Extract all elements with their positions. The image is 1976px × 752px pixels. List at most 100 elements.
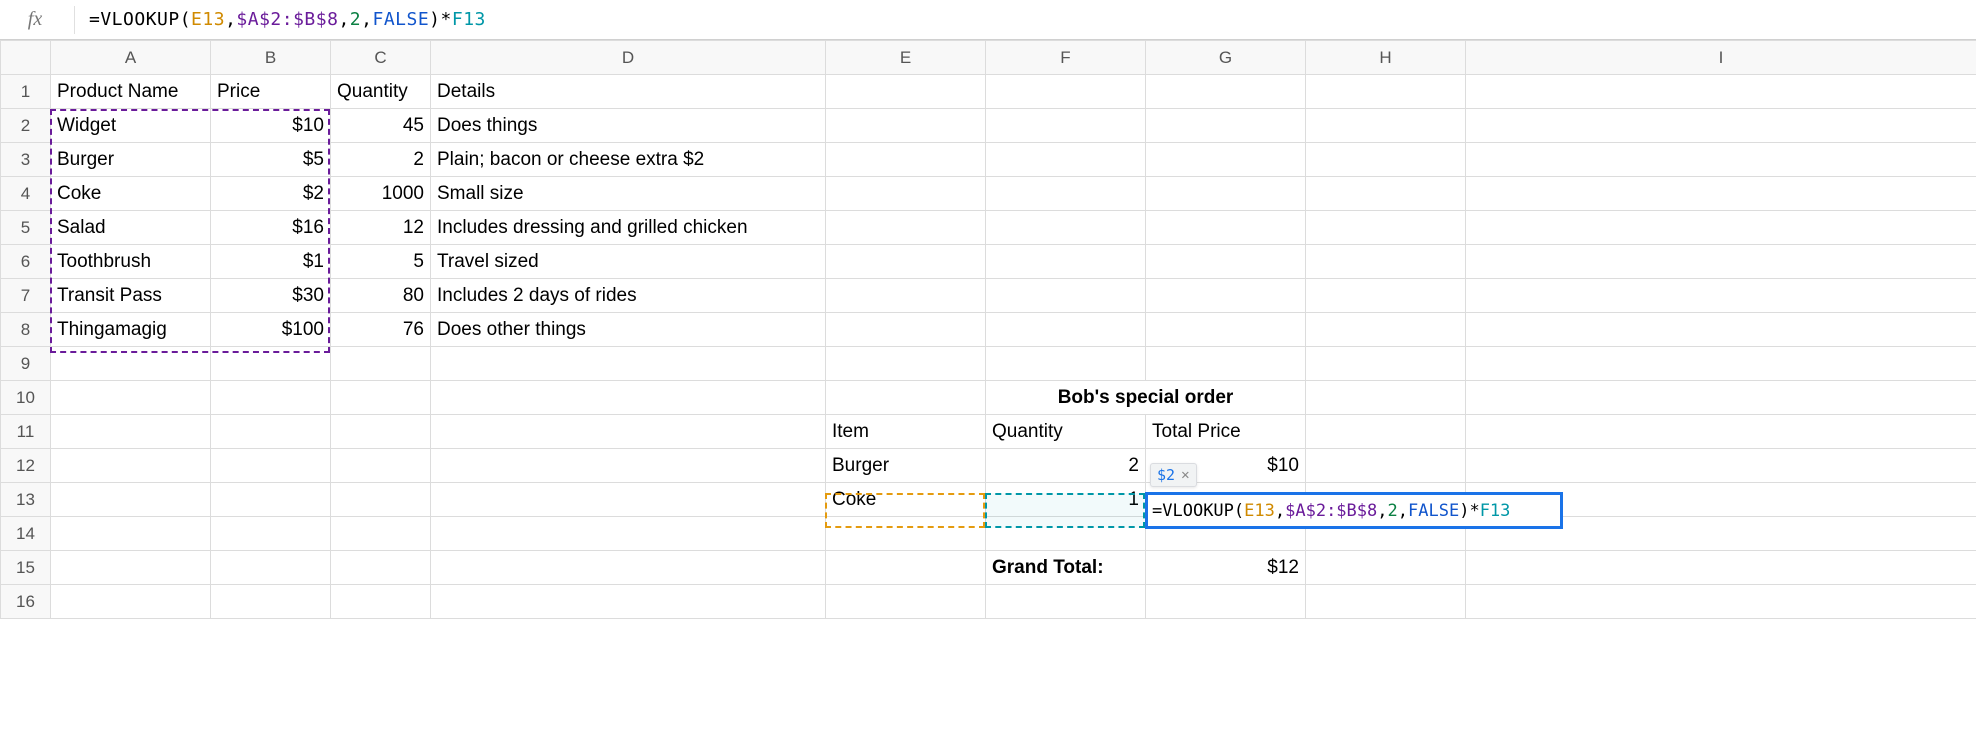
- cell-h5[interactable]: [1306, 211, 1466, 245]
- cell-g1[interactable]: [1146, 75, 1306, 109]
- row-header-5[interactable]: 5: [1, 211, 51, 245]
- col-header-e[interactable]: E: [826, 41, 986, 75]
- cell-i12[interactable]: [1466, 449, 1976, 483]
- col-header-f[interactable]: F: [986, 41, 1146, 75]
- cell-g16[interactable]: [1146, 585, 1306, 619]
- cell-h6[interactable]: [1306, 245, 1466, 279]
- cell-h4[interactable]: [1306, 177, 1466, 211]
- cell-f3[interactable]: [986, 143, 1146, 177]
- cell-g6[interactable]: [1146, 245, 1306, 279]
- cell-i8[interactable]: [1466, 313, 1976, 347]
- cell-f12[interactable]: 2: [986, 449, 1146, 483]
- cell-h2[interactable]: [1306, 109, 1466, 143]
- cell-d13[interactable]: [431, 483, 826, 517]
- cell-b2[interactable]: $10: [211, 109, 331, 143]
- cell-f11[interactable]: Quantity: [986, 415, 1146, 449]
- cell-i15[interactable]: [1466, 551, 1976, 585]
- cell-g7[interactable]: [1146, 279, 1306, 313]
- cell-i10[interactable]: [1466, 381, 1976, 415]
- formula-preview-tooltip[interactable]: $2 ✕: [1150, 463, 1197, 487]
- row-header-9[interactable]: 9: [1, 347, 51, 381]
- select-all-corner[interactable]: [1, 41, 51, 75]
- cell-d9[interactable]: [431, 347, 826, 381]
- cell-a16[interactable]: [51, 585, 211, 619]
- cell-g11[interactable]: Total Price: [1146, 415, 1306, 449]
- cell-d14[interactable]: [431, 517, 826, 551]
- cell-a6[interactable]: Toothbrush: [51, 245, 211, 279]
- cell-c2[interactable]: 45: [331, 109, 431, 143]
- row-header-16[interactable]: 16: [1, 585, 51, 619]
- cell-f7[interactable]: [986, 279, 1146, 313]
- cell-b14[interactable]: [211, 517, 331, 551]
- cell-e4[interactable]: [826, 177, 986, 211]
- cell-g15[interactable]: $12: [1146, 551, 1306, 585]
- cell-h10[interactable]: [1306, 381, 1466, 415]
- cell-d7[interactable]: Includes 2 days of rides: [431, 279, 826, 313]
- cell-a10[interactable]: [51, 381, 211, 415]
- row-header-6[interactable]: 6: [1, 245, 51, 279]
- cell-d5[interactable]: Includes dressing and grilled chicken: [431, 211, 826, 245]
- cell-b5[interactable]: $16: [211, 211, 331, 245]
- cell-i11[interactable]: [1466, 415, 1976, 449]
- cell-d16[interactable]: [431, 585, 826, 619]
- row-header-8[interactable]: 8: [1, 313, 51, 347]
- col-header-i[interactable]: I: [1466, 41, 1976, 75]
- cell-h7[interactable]: [1306, 279, 1466, 313]
- cell-g5[interactable]: [1146, 211, 1306, 245]
- cell-c5[interactable]: 12: [331, 211, 431, 245]
- row-header-2[interactable]: 2: [1, 109, 51, 143]
- cell-i1[interactable]: [1466, 75, 1976, 109]
- row-header-15[interactable]: 15: [1, 551, 51, 585]
- cell-d4[interactable]: Small size: [431, 177, 826, 211]
- cell-h9[interactable]: [1306, 347, 1466, 381]
- cell-i4[interactable]: [1466, 177, 1976, 211]
- cell-a13[interactable]: [51, 483, 211, 517]
- cell-f14[interactable]: [986, 517, 1146, 551]
- cell-a2[interactable]: Widget: [51, 109, 211, 143]
- cell-b15[interactable]: [211, 551, 331, 585]
- cell-b10[interactable]: [211, 381, 331, 415]
- cell-h8[interactable]: [1306, 313, 1466, 347]
- cell-a1[interactable]: Product Name: [51, 75, 211, 109]
- cell-d12[interactable]: [431, 449, 826, 483]
- cell-h16[interactable]: [1306, 585, 1466, 619]
- active-cell-editor[interactable]: =VLOOKUP(E13,$A$2:$B$8,2,FALSE)*F13: [1145, 492, 1563, 529]
- cell-c12[interactable]: [331, 449, 431, 483]
- cell-c1[interactable]: Quantity: [331, 75, 431, 109]
- cell-c4[interactable]: 1000: [331, 177, 431, 211]
- cell-d3[interactable]: Plain; bacon or cheese extra $2: [431, 143, 826, 177]
- cell-c6[interactable]: 5: [331, 245, 431, 279]
- col-header-h[interactable]: H: [1306, 41, 1466, 75]
- col-header-b[interactable]: B: [211, 41, 331, 75]
- cell-g8[interactable]: [1146, 313, 1306, 347]
- cell-i6[interactable]: [1466, 245, 1976, 279]
- cell-c10[interactable]: [331, 381, 431, 415]
- cell-e9[interactable]: [826, 347, 986, 381]
- cell-e3[interactable]: [826, 143, 986, 177]
- cell-d15[interactable]: [431, 551, 826, 585]
- row-header-7[interactable]: 7: [1, 279, 51, 313]
- row-header-13[interactable]: 13: [1, 483, 51, 517]
- row-header-11[interactable]: 11: [1, 415, 51, 449]
- cell-e7[interactable]: [826, 279, 986, 313]
- row-header-14[interactable]: 14: [1, 517, 51, 551]
- cell-e5[interactable]: [826, 211, 986, 245]
- cell-c15[interactable]: [331, 551, 431, 585]
- cell-f8[interactable]: [986, 313, 1146, 347]
- cell-e16[interactable]: [826, 585, 986, 619]
- cell-f13[interactable]: 1: [986, 483, 1146, 517]
- cell-f16[interactable]: [986, 585, 1146, 619]
- cell-c13[interactable]: [331, 483, 431, 517]
- cell-e8[interactable]: [826, 313, 986, 347]
- cell-i2[interactable]: [1466, 109, 1976, 143]
- cell-e6[interactable]: [826, 245, 986, 279]
- cell-f10[interactable]: Bob's special order: [986, 381, 1306, 415]
- formula-input[interactable]: =VLOOKUP(E13,$A$2:$B$8,2,FALSE)*F13: [89, 9, 486, 30]
- col-header-c[interactable]: C: [331, 41, 431, 75]
- cell-d8[interactable]: Does other things: [431, 313, 826, 347]
- col-header-d[interactable]: D: [431, 41, 826, 75]
- cell-e12[interactable]: Burger: [826, 449, 986, 483]
- cell-a4[interactable]: Coke: [51, 177, 211, 211]
- row-header-3[interactable]: 3: [1, 143, 51, 177]
- cell-b7[interactable]: $30: [211, 279, 331, 313]
